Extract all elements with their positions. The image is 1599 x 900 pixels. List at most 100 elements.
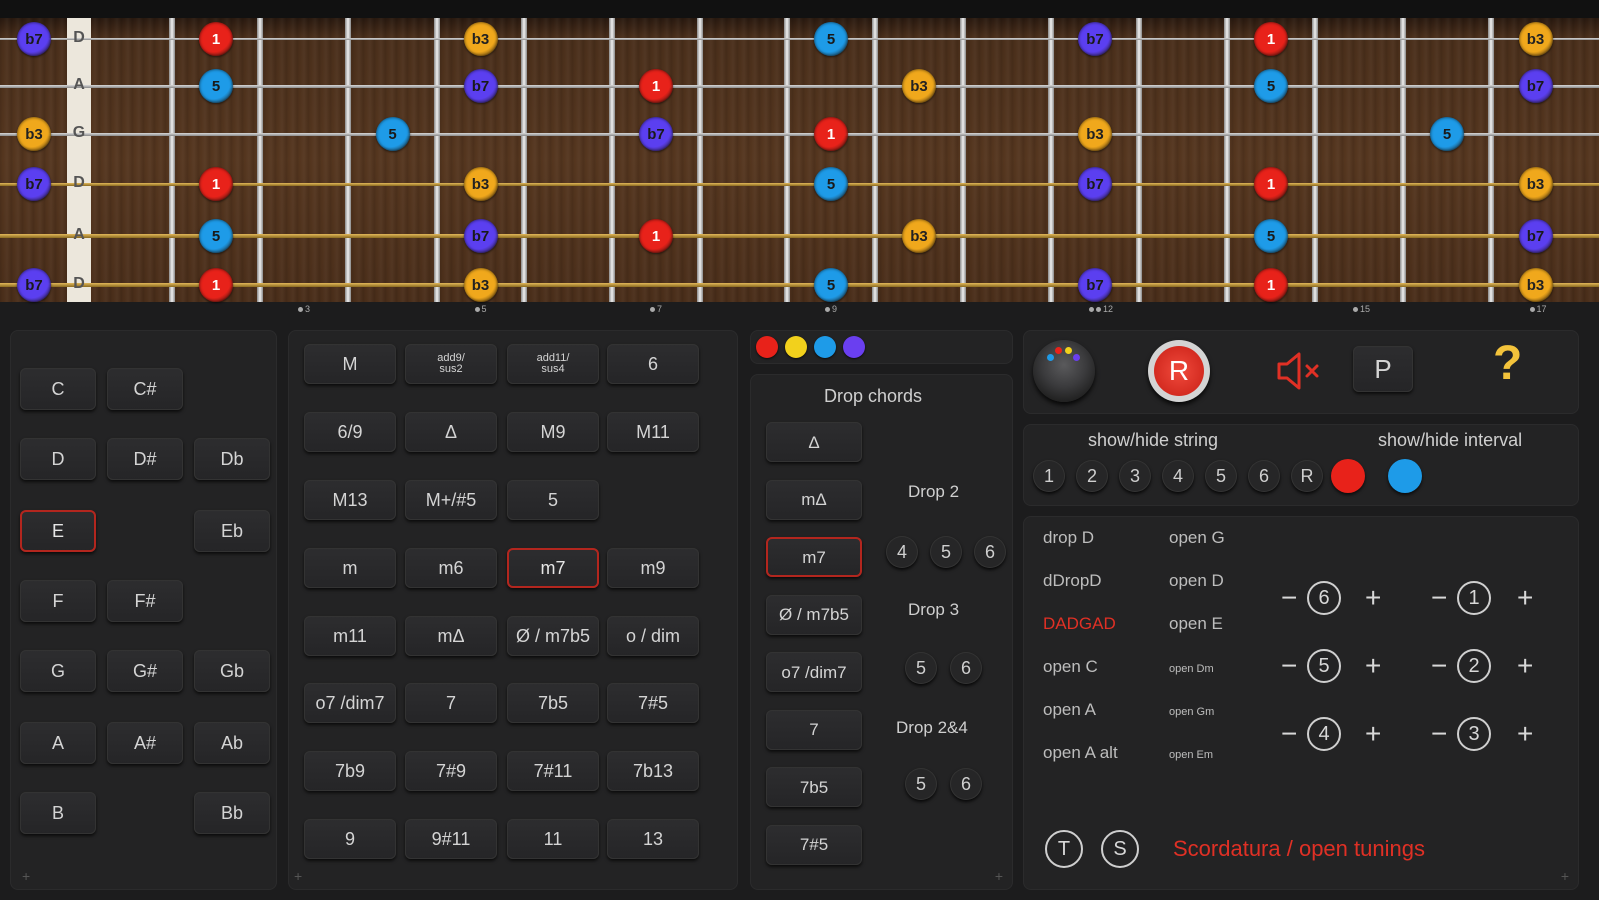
chord-type-button[interactable]: 7#9 — [405, 751, 497, 791]
note-marker-5[interactable]: 5 — [199, 219, 233, 253]
root-toggle-button[interactable]: R — [1148, 340, 1210, 402]
chord-type-button[interactable]: 6/9 — [304, 412, 396, 452]
tune-down-button[interactable]: − — [1281, 652, 1297, 680]
drop-chord-button[interactable]: Ø / m7b5 — [766, 594, 862, 635]
tune-up-button[interactable]: + — [1517, 584, 1533, 612]
drop-chord-button[interactable]: m7 — [766, 537, 862, 577]
chord-type-button[interactable]: 7b13 — [607, 751, 699, 791]
note-marker-flat3[interactable]: b3 — [463, 167, 498, 201]
chord-type-button[interactable]: M+/#5 — [405, 480, 497, 520]
chord-type-button[interactable]: m11 — [304, 616, 396, 656]
note-marker-flat7[interactable]: b7 — [1518, 69, 1553, 103]
drop-chord-button[interactable]: 7 — [766, 709, 862, 750]
chord-type-button[interactable]: 7 — [405, 683, 497, 723]
root-gsharp-button[interactable]: G# — [107, 650, 183, 692]
drop2-string-4-button[interactable]: 4 — [886, 536, 918, 568]
drop24-string-5-button[interactable]: 5 — [905, 768, 937, 800]
note-marker-5[interactable]: 5 — [1430, 117, 1464, 151]
tune-down-button[interactable]: − — [1281, 584, 1297, 612]
note-marker-flat7[interactable]: b7 — [463, 219, 498, 253]
note-marker-1[interactable]: 1 — [814, 117, 848, 151]
root-f-button[interactable]: F — [20, 580, 96, 622]
fretboard[interactable]: D A G D A D b7 1 b3 5 b7 1 b3 5 b7 1 b3 5 b7 b3 5 b7 1 b3 5 b7 1 b… — [0, 0, 1599, 302]
tune-up-button[interactable]: + — [1517, 720, 1533, 748]
toggle-string-1-button[interactable]: 1 — [1033, 460, 1065, 492]
note-marker-flat3[interactable]: b3 — [17, 117, 51, 151]
tuning-option[interactable]: open Gm — [1169, 706, 1214, 718]
tuning-option[interactable]: open Em — [1169, 749, 1213, 761]
toggle-string-3-button[interactable]: 3 — [1119, 460, 1151, 492]
chord-type-button[interactable]: 7b9 — [304, 751, 396, 791]
note-marker-flat7[interactable]: b7 — [17, 22, 51, 56]
chord-type-button[interactable]: 7#5 — [607, 683, 699, 723]
help-icon[interactable]: ? — [1493, 336, 1522, 391]
note-marker-flat3[interactable]: b3 — [1078, 117, 1112, 151]
chord-type-button[interactable]: m7 — [507, 548, 599, 588]
chord-type-button[interactable]: M — [304, 344, 396, 384]
note-marker-5[interactable]: 5 — [1254, 69, 1288, 103]
root-c-button[interactable]: C — [20, 368, 96, 410]
chord-type-button[interactable]: m6 — [405, 548, 497, 588]
tune-down-button[interactable]: − — [1431, 652, 1447, 680]
chord-type-button[interactable]: m9 — [607, 548, 699, 588]
chord-type-button[interactable]: add9/ sus2 — [405, 344, 497, 384]
drop-chord-button[interactable]: mΔ — [766, 479, 862, 520]
toggle-interval-color-button[interactable] — [1388, 459, 1422, 493]
drop-chord-button[interactable]: 7#5 — [766, 824, 862, 865]
root-db-button[interactable]: Db — [194, 438, 270, 480]
color-wheel-knob-icon[interactable] — [1033, 340, 1095, 402]
tune-up-button[interactable]: + — [1517, 652, 1533, 680]
scordatura-link[interactable]: Scordatura / open tunings — [1173, 836, 1425, 862]
note-marker-flat3[interactable]: b3 — [463, 22, 498, 56]
root-asharp-button[interactable]: A# — [107, 722, 183, 764]
chord-type-button[interactable]: 6 — [607, 344, 699, 384]
root-gb-button[interactable]: Gb — [194, 650, 270, 692]
root-b-button[interactable]: B — [20, 792, 96, 834]
drop2-string-5-button[interactable]: 5 — [930, 536, 962, 568]
root-fsharp-button[interactable]: F# — [107, 580, 183, 622]
tuning-option[interactable]: open E — [1169, 614, 1223, 634]
tuning-option[interactable]: drop D — [1043, 528, 1094, 548]
tuning-option[interactable]: open G — [1169, 528, 1225, 548]
note-marker-5[interactable]: 5 — [375, 117, 410, 151]
chord-type-button[interactable]: 7#11 — [507, 751, 599, 791]
note-marker-flat3[interactable]: b3 — [1518, 268, 1553, 302]
chord-type-button[interactable]: add11/ sus4 — [507, 344, 599, 384]
chord-type-button[interactable]: M9 — [507, 412, 599, 452]
chord-type-button[interactable]: 9#11 — [405, 819, 497, 859]
drop24-string-6-button[interactable]: 6 — [950, 768, 982, 800]
mute-speaker-icon[interactable] — [1273, 348, 1327, 394]
p-button[interactable]: P — [1353, 346, 1413, 392]
drop3-string-6-button[interactable]: 6 — [950, 652, 982, 684]
interval-color-dot[interactable] — [785, 336, 807, 358]
toggle-string-4-button[interactable]: 4 — [1162, 460, 1194, 492]
chord-type-button[interactable]: m — [304, 548, 396, 588]
drop-chord-button[interactable]: 7b5 — [766, 767, 862, 807]
note-marker-1[interactable]: 1 — [199, 167, 233, 201]
root-csharp-button[interactable]: C# — [107, 368, 183, 410]
toggle-string-R-button[interactable]: R — [1291, 460, 1323, 492]
root-g-button[interactable]: G — [20, 650, 96, 692]
note-marker-5[interactable]: 5 — [1254, 219, 1288, 253]
note-marker-flat7[interactable]: b7 — [463, 69, 498, 103]
note-marker-flat3[interactable]: b3 — [1518, 22, 1553, 56]
tuning-option[interactable]: open Dm — [1169, 663, 1214, 675]
note-marker-5[interactable]: 5 — [199, 69, 233, 103]
note-marker-flat3[interactable]: b3 — [1518, 167, 1553, 201]
root-ab-button[interactable]: Ab — [194, 722, 270, 764]
note-marker-1[interactable]: 1 — [199, 22, 233, 56]
chord-type-button[interactable]: M11 — [607, 412, 699, 452]
tuning-option[interactable]: open A — [1043, 700, 1096, 720]
drop-chord-button[interactable]: Δ — [766, 422, 862, 462]
root-dsharp-button[interactable]: D# — [107, 438, 183, 480]
note-marker-flat3[interactable]: b3 — [902, 219, 936, 253]
toggle-string-5-button[interactable]: 5 — [1205, 460, 1237, 492]
chord-type-button[interactable]: 13 — [607, 819, 699, 859]
toggle-string-2-button[interactable]: 2 — [1076, 460, 1108, 492]
note-marker-flat3[interactable]: b3 — [463, 268, 498, 302]
chord-type-button[interactable]: mΔ — [405, 616, 497, 656]
note-marker-flat3[interactable]: b3 — [902, 69, 936, 103]
note-marker-flat7[interactable]: b7 — [17, 167, 51, 201]
tune-up-button[interactable]: + — [1365, 584, 1381, 612]
root-a-button[interactable]: A — [20, 722, 96, 764]
